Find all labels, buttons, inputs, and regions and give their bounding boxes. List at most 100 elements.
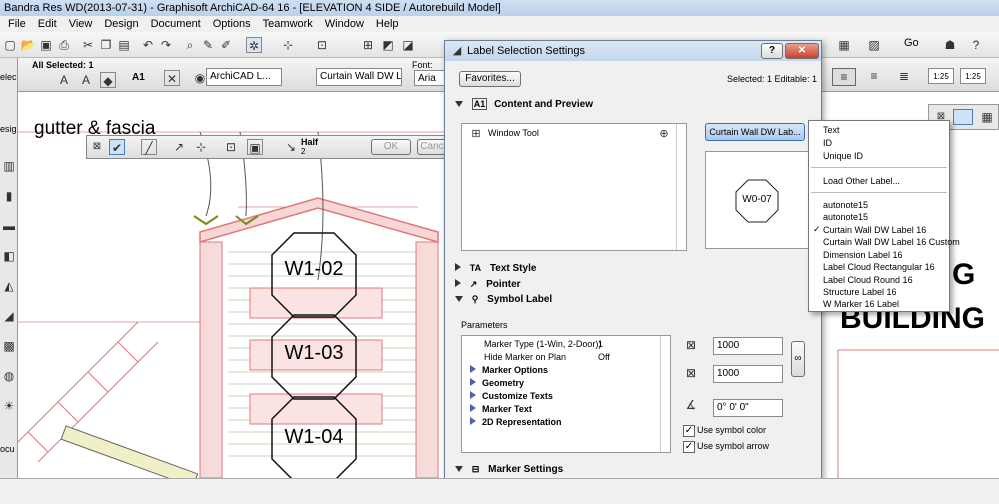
resize-icon[interactable]: ⊡ — [223, 139, 239, 155]
syringe-icon[interactable]: ✐ — [218, 37, 234, 53]
dropdown-item-curtain-wall-dw-16[interactable]: Curtain Wall DW Label 16 — [823, 225, 926, 235]
close-button[interactable]: ✕ — [785, 43, 819, 59]
menu-document[interactable]: Document — [145, 18, 207, 30]
elevate-icon[interactable]: ▣ — [247, 139, 263, 155]
ok-button[interactable]: OK — [371, 139, 411, 155]
chain-link-icon[interactable]: ∞ — [791, 341, 805, 377]
beam-tool-icon[interactable]: ▬ — [1, 218, 17, 234]
scale-button-b[interactable]: 1:25 — [960, 68, 986, 84]
magic-wand-icon[interactable]: ✲ — [246, 37, 262, 53]
scale-button-a[interactable]: 1:25 — [928, 68, 954, 84]
help-icon[interactable]: ? — [968, 37, 984, 53]
text-tool-icon[interactable]: A — [56, 72, 72, 88]
copy-icon[interactable]: ❐ — [98, 37, 114, 53]
window-marker-w1-04[interactable]: W1-04 — [272, 426, 356, 449]
drag-icon[interactable]: ╱ — [141, 139, 157, 155]
height-field[interactable]: 1000 — [713, 365, 783, 383]
arrow-tool-icon[interactable]: ✕ — [164, 70, 180, 86]
column-tool-icon[interactable]: ▮ — [1, 188, 17, 204]
view-rect-icon[interactable] — [953, 109, 973, 125]
window-marker-w1-03[interactable]: W1-03 — [272, 342, 356, 365]
menu-window[interactable]: Window — [319, 18, 370, 30]
menu-teamwork[interactable]: Teamwork — [257, 18, 319, 30]
find-select-icon[interactable]: ⌕ — [182, 37, 198, 53]
go-menu[interactable]: Go — [904, 37, 919, 49]
param-marker-text[interactable]: Marker Text — [470, 404, 532, 414]
dropdown-item-autonote15-b[interactable]: autonote15 — [823, 212, 868, 222]
fill-bucket-icon[interactable]: ◆ — [100, 72, 116, 88]
print-icon[interactable]: ⎙ — [56, 37, 72, 53]
cut-icon[interactable]: ✂ — [80, 37, 96, 53]
tool-list-item[interactable]: Window Tool — [488, 128, 539, 138]
offset-icon[interactable]: ↘ — [283, 139, 299, 155]
parameter-list-scrollbar[interactable] — [660, 336, 670, 452]
walk-icon[interactable]: ☗ — [942, 37, 958, 53]
dropdown-item-autonote15-a[interactable]: autonote15 — [823, 200, 868, 210]
save-icon[interactable]: ▣ — [38, 37, 54, 53]
align-right-icon[interactable]: ≡ — [862, 68, 886, 86]
parameter-list[interactable]: Marker Type (1-Win, 2-Door)) 1 Hide Mark… — [461, 335, 671, 453]
trace-icon[interactable]: ⊞ — [360, 37, 376, 53]
view-map-icon[interactable]: ▨ — [866, 37, 882, 53]
menu-edit[interactable]: Edit — [32, 18, 63, 30]
tool-list-scrollbar[interactable] — [676, 124, 686, 250]
object-tool-icon[interactable]: ◍ — [1, 368, 17, 384]
open-folder-icon[interactable]: 📂 — [20, 37, 36, 53]
dropdown-item-load-other[interactable]: Load Other Label... — [823, 176, 900, 186]
undo-icon[interactable]: ↶ — [140, 37, 156, 53]
dropdown-item-w-marker-label[interactable]: W Marker 16 Label — [823, 299, 899, 309]
favorites-button[interactable]: Favorites... — [459, 71, 521, 87]
slab-tool-icon[interactable]: ◧ — [1, 248, 17, 264]
layer-combo-icon[interactable]: ◩ — [380, 37, 396, 53]
help-button[interactable]: ? — [761, 43, 783, 59]
angle-field[interactable]: 0° 0' 0" — [713, 399, 783, 417]
text-size-icon[interactable]: A — [78, 72, 94, 88]
section-content-preview[interactable]: A1 Content and Preview — [455, 98, 593, 110]
param-customize-texts[interactable]: Customize Texts — [470, 391, 553, 401]
menu-help[interactable]: Help — [370, 18, 405, 30]
dropdown-item-id[interactable]: ID — [823, 138, 832, 148]
dropdown-item-label-cloud-round[interactable]: Label Cloud Round 16 — [823, 275, 913, 285]
label-type-button[interactable]: Curtain Wall DW Lab... — [705, 123, 805, 141]
stair-tool-icon[interactable]: ◢ — [1, 308, 17, 324]
tool-list[interactable]: ⊞ Window Tool ⊕ — [461, 123, 687, 251]
snap-icon[interactable]: ⊹ — [280, 37, 296, 53]
eyedropper-icon[interactable]: ✎ — [200, 37, 216, 53]
redo-icon[interactable]: ↷ — [158, 37, 174, 53]
display-options-icon[interactable]: ▦ — [836, 37, 852, 53]
wall-tool-icon[interactable]: ▥ — [1, 158, 17, 174]
align-center-icon[interactable]: ≡ — [832, 68, 856, 86]
menu-view[interactable]: View — [63, 18, 99, 30]
dropdown-item-structure-label[interactable]: Structure Label 16 — [823, 287, 897, 297]
dropdown-item-curtain-wall-dw-16-custom[interactable]: Curtain Wall DW Label 16 Custom — [823, 237, 960, 247]
menu-file[interactable]: File — [2, 18, 32, 30]
layer-field[interactable]: ArchiCAD L... — [206, 68, 282, 86]
param-marker-options[interactable]: Marker Options — [470, 365, 548, 375]
section-text-style[interactable]: TA Text Style — [455, 263, 536, 274]
mirror-icon[interactable]: ⊹ — [193, 139, 209, 155]
dropdown-item-unique-id[interactable]: Unique ID — [823, 151, 863, 161]
cancel-button[interactable]: Canc — [417, 139, 447, 155]
dropdown-item-dimension-label[interactable]: Dimension Label 16 — [823, 250, 903, 260]
param-2d-representation[interactable]: 2D Representation — [470, 417, 562, 427]
mesh-tool-icon[interactable]: ▩ — [1, 338, 17, 354]
justify-icon[interactable]: ≣ — [892, 68, 916, 86]
view-grid-icon[interactable]: ▦ — [979, 109, 995, 125]
font-field[interactable]: Aria — [414, 70, 446, 86]
pen-set-icon[interactable]: ◪ — [400, 37, 416, 53]
roof-tool-icon[interactable]: ◭ — [1, 278, 17, 294]
use-symbol-color-checkbox[interactable]: ✓ — [683, 425, 695, 437]
param-geometry[interactable]: Geometry — [470, 378, 524, 388]
label-name-field[interactable]: Curtain Wall DW L... — [316, 68, 402, 86]
move-node-icon[interactable]: ✔ — [109, 139, 125, 155]
width-field[interactable]: 1000 — [713, 337, 783, 355]
menu-options[interactable]: Options — [207, 18, 257, 30]
rotate-icon[interactable]: ↗ — [171, 139, 187, 155]
paste-icon[interactable]: ▤ — [116, 37, 132, 53]
section-pointer[interactable]: ↗ Pointer — [455, 279, 521, 290]
menu-design[interactable]: Design — [98, 18, 144, 30]
window-marker-w1-02[interactable]: W1-02 — [272, 258, 356, 281]
section-symbol-label[interactable]: ⚲ Symbol Label — [455, 294, 552, 305]
section-marker-settings[interactable]: ⊟ Marker Settings — [455, 464, 563, 475]
lamp-tool-icon[interactable]: ☀ — [1, 398, 17, 414]
